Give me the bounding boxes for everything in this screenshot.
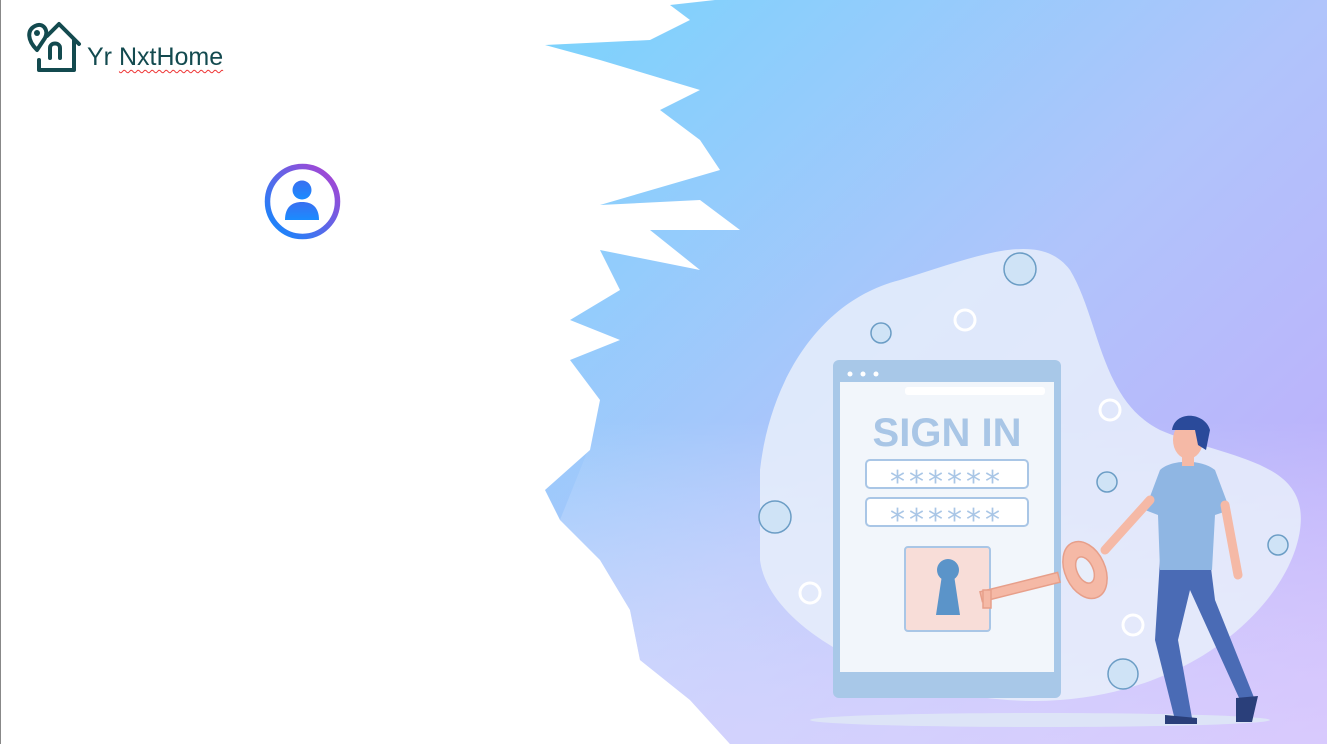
sign-in-heading: SIGN IN bbox=[873, 411, 1022, 455]
user-icon bbox=[264, 163, 341, 240]
window-edge bbox=[0, 0, 1, 744]
brand-name-prefix: Yr bbox=[87, 43, 112, 71]
location-home-icon bbox=[27, 22, 81, 72]
brand-logo[interactable]: Yr NxtHome bbox=[25, 20, 223, 74]
sign-in-illustration: SIGN IN ****** ****** bbox=[545, 0, 1327, 744]
password-mask: ****** bbox=[890, 503, 1004, 538]
brand-name: Yr NxtHome bbox=[87, 43, 223, 72]
phone-mockup: SIGN IN ****** ****** bbox=[833, 360, 1061, 698]
brand-name-main: NxtHome bbox=[118, 43, 224, 71]
user-avatar[interactable] bbox=[264, 163, 341, 240]
password-mask: ****** bbox=[890, 465, 1004, 500]
